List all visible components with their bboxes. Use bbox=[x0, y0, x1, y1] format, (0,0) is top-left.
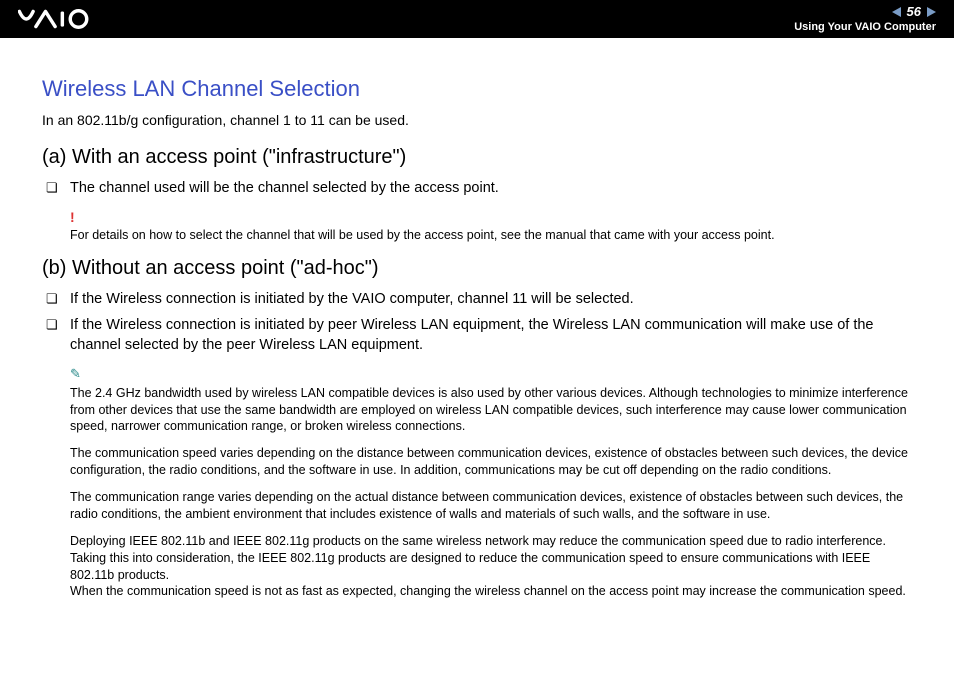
info-paragraph: The communication range varies depending… bbox=[70, 489, 912, 523]
section-a-list: The channel used will be the channel sel… bbox=[42, 179, 912, 199]
section-a-heading: (a) With an access point ("infrastructur… bbox=[42, 146, 912, 169]
prev-page-arrow-icon[interactable] bbox=[892, 7, 901, 17]
pencil-icon: ✎ bbox=[70, 365, 912, 383]
list-item: The channel used will be the channel sel… bbox=[70, 179, 912, 199]
info-paragraph: Deploying IEEE 802.11b and IEEE 802.11g … bbox=[70, 533, 912, 601]
next-page-arrow-icon[interactable] bbox=[927, 7, 936, 17]
header-right: 56 Using Your VAIO Computer bbox=[794, 4, 936, 34]
header-bar: 56 Using Your VAIO Computer bbox=[0, 0, 954, 38]
header-subtitle: Using Your VAIO Computer bbox=[794, 21, 936, 34]
page-nav: 56 bbox=[794, 4, 936, 20]
list-item: If the Wireless connection is initiated … bbox=[70, 316, 912, 355]
exclamation-icon: ! bbox=[70, 209, 75, 225]
info-notes: ✎ The 2.4 GHz bandwidth used by wireless… bbox=[42, 365, 912, 600]
section-b-heading: (b) Without an access point ("ad-hoc") bbox=[42, 257, 912, 280]
warning-text: For details on how to select the channel… bbox=[70, 227, 912, 244]
list-item: If the Wireless connection is initiated … bbox=[70, 290, 912, 310]
vaio-logo bbox=[18, 8, 128, 30]
info-paragraph: The 2.4 GHz bandwidth used by wireless L… bbox=[70, 385, 912, 436]
page-number: 56 bbox=[907, 4, 921, 20]
content-area: Wireless LAN Channel Selection In an 802… bbox=[0, 38, 954, 620]
warning-note: ! For details on how to select the chann… bbox=[42, 209, 912, 244]
section-b-list: If the Wireless connection is initiated … bbox=[42, 290, 912, 355]
intro-text: In an 802.11b/g configuration, channel 1… bbox=[42, 112, 912, 128]
page-title: Wireless LAN Channel Selection bbox=[42, 76, 912, 102]
info-paragraph: The communication speed varies depending… bbox=[70, 445, 912, 479]
